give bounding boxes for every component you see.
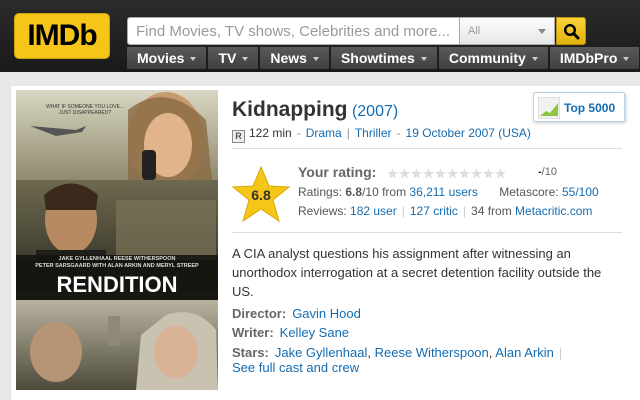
your-rating-scale: /10 xyxy=(541,166,557,178)
star-link[interactable]: Alan Arkin xyxy=(495,345,554,360)
chevron-down-icon xyxy=(190,57,197,61)
writer-link[interactable]: Kelley Sane xyxy=(280,325,349,340)
writer-credit: Writer: Kelley Sane xyxy=(232,325,349,340)
chevron-down-icon xyxy=(242,57,249,61)
director-credit: Director: Gavin Hood xyxy=(232,306,361,321)
chevron-down-icon xyxy=(531,57,538,61)
nav-label: TV xyxy=(218,50,237,66)
main-nav: Movies TV News Showtimes Community IMDbP… xyxy=(127,47,640,69)
certificate-icon: R xyxy=(232,130,245,143)
ratings-label: Ratings: xyxy=(298,185,343,199)
search-category-label: All xyxy=(468,25,481,37)
nav-showtimes[interactable]: Showtimes xyxy=(330,47,437,69)
reviews-summary: Reviews: 182 user | 127 critic | 34 from Met… xyxy=(298,204,593,218)
empty-star-icon[interactable] xyxy=(399,166,410,179)
empty-star-icon[interactable] xyxy=(483,166,494,179)
full-cast-link[interactable]: See full cast and crew xyxy=(232,360,359,375)
ratings-scale: /10 from xyxy=(362,185,407,199)
genre-link-drama[interactable]: Drama xyxy=(306,126,342,140)
top-5000-label: Top 5000 xyxy=(564,101,616,115)
search-icon xyxy=(563,23,580,40)
empty-star-icon[interactable] xyxy=(459,166,470,179)
movie-poster[interactable]: WHAT IF SOMEONE YOU LOVE... JUST DISAPPE… xyxy=(16,90,218,390)
user-rating-stars[interactable] xyxy=(387,166,507,179)
movie-year-link[interactable]: (2007) xyxy=(352,103,398,120)
divider xyxy=(232,148,622,149)
star-link[interactable]: Reese Witherspoon xyxy=(375,345,489,360)
nav-label: Showtimes xyxy=(340,50,415,66)
chevron-down-icon xyxy=(420,57,427,61)
nav-label: Community xyxy=(448,50,526,66)
stars-credit: Stars: Jake Gyllenhaal, Reese Witherspoon… xyxy=(232,345,563,360)
search-input[interactable]: Find Movies, TV shows, Celebrities and m… xyxy=(127,17,460,45)
plot-summary: A CIA analyst questions his assignment a… xyxy=(232,246,602,299)
critic-reviews-link[interactable]: 127 critic xyxy=(410,204,458,218)
metascore-label: Metascore: xyxy=(499,185,559,199)
empty-star-icon[interactable] xyxy=(447,166,458,179)
your-rating-value: -/10 xyxy=(538,166,557,178)
empty-star-icon[interactable] xyxy=(423,166,434,179)
star-link[interactable]: Jake Gyllenhaal xyxy=(275,345,368,360)
poster-cast: JAKE GYLLENHAAL REESE WITHERSPOON PETER … xyxy=(20,256,214,270)
metacritic-count: 34 from xyxy=(471,204,512,218)
empty-star-icon[interactable] xyxy=(471,166,482,179)
movie-title: Kidnapping xyxy=(232,98,348,121)
imdb-logo[interactable]: IMDb xyxy=(14,13,110,59)
search-button[interactable] xyxy=(556,17,586,45)
director-label: Director: xyxy=(232,306,287,321)
top-5000-badge[interactable]: Top 5000 xyxy=(533,92,625,122)
empty-star-icon[interactable] xyxy=(411,166,422,179)
page-title: Kidnapping (2007) xyxy=(232,98,398,122)
empty-star-icon[interactable] xyxy=(387,166,398,179)
nav-label: IMDbPro xyxy=(559,50,618,66)
ratings-users-link[interactable]: 36,211 users xyxy=(409,185,478,199)
empty-star-icon[interactable] xyxy=(495,166,506,179)
poster-tagline: WHAT IF SOMEONE YOU LOVE... JUST DISAPPE… xyxy=(46,104,124,116)
genre-link-thriller[interactable]: Thriller xyxy=(355,126,392,140)
nav-movies[interactable]: Movies xyxy=(127,47,207,69)
poster-cast-line: PETER SARSGAARD WITH ALAN ARKIN AND MERY… xyxy=(35,263,199,269)
full-cast-row: See full cast and crew xyxy=(232,360,359,375)
release-date-link[interactable]: 19 October 2007 (USA) xyxy=(406,126,531,140)
user-reviews-link[interactable]: 182 user xyxy=(350,204,397,218)
nav-news[interactable]: News xyxy=(260,47,329,69)
chevron-down-icon xyxy=(538,29,546,34)
nav-imdbpro[interactable]: IMDbPro xyxy=(549,47,640,69)
metacritic-link[interactable]: Metacritic.com xyxy=(515,204,592,218)
nav-community[interactable]: Community xyxy=(438,47,548,69)
title-meta: R 122 min - Drama | Thriller -19 October 2007 … xyxy=(232,126,531,143)
poster-art xyxy=(16,90,218,390)
chart-up-icon xyxy=(538,97,560,119)
stars-label: Stars: xyxy=(232,345,269,360)
nav-tv[interactable]: TV xyxy=(208,47,259,69)
writer-label: Writer: xyxy=(232,325,274,340)
nav-label: News xyxy=(270,50,307,66)
poster-tagline-line: JUST DISAPPEARED? xyxy=(58,110,112,116)
your-rating-label: Your rating: xyxy=(298,164,377,180)
title-overview: WHAT IF SOMEONE YOU LOVE... JUST DISAPPE… xyxy=(10,86,640,400)
search-category-select[interactable]: All xyxy=(460,17,555,45)
runtime: 122 min xyxy=(249,126,292,140)
metascore-link[interactable]: 55/100 xyxy=(562,185,599,199)
empty-star-icon[interactable] xyxy=(435,166,446,179)
site-header: IMDb Find Movies, TV shows, Celebrities … xyxy=(0,0,640,72)
nav-label: Movies xyxy=(137,50,185,66)
director-link[interactable]: Gavin Hood xyxy=(292,306,361,321)
poster-title: RENDITION xyxy=(56,272,178,297)
reviews-label: Reviews: xyxy=(298,204,347,218)
ratings-score: 6.8 xyxy=(345,185,363,199)
divider xyxy=(232,232,622,233)
poster-cast-line: JAKE GYLLENHAAL REESE WITHERSPOON xyxy=(58,256,176,262)
chevron-down-icon xyxy=(623,57,630,61)
chevron-down-icon xyxy=(312,57,319,61)
rating-value: 6.8 xyxy=(251,187,271,203)
ratings-summary: Ratings: 6.8/10 from 36,211 users Metasc… xyxy=(298,185,599,199)
